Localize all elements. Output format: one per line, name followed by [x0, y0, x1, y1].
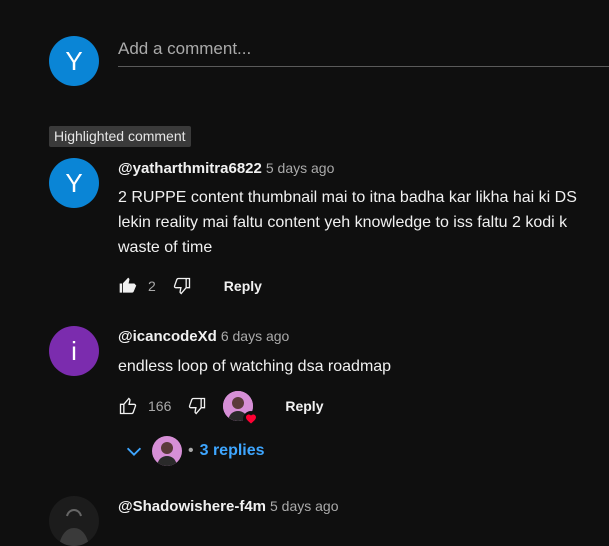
like-count: 166: [148, 398, 172, 414]
like-filled-icon[interactable]: [116, 274, 140, 298]
user-avatar: Y: [49, 36, 99, 86]
comment-text: endless loop of watching dsa roadmap: [118, 354, 391, 379]
replies-toggle[interactable]: • 3 replies: [122, 436, 265, 466]
reply-button[interactable]: Reply: [285, 398, 323, 414]
comment-line: endless loop of watching dsa roadmap: [118, 358, 392, 375]
highlighted-comment-badge: Highlighted comment: [49, 126, 191, 147]
separator-dot: •: [188, 442, 194, 459]
like-icon[interactable]: [116, 394, 140, 418]
comment-time[interactable]: 5 days ago: [270, 498, 339, 514]
like-count: 2: [148, 278, 156, 294]
comment-line: 2 RUPPE content thumbnail mai to itna ba…: [118, 189, 577, 206]
comment-text: 2 RUPPE content thumbnail mai to itna ba…: [118, 185, 577, 260]
comment-time[interactable]: 6 days ago: [221, 328, 290, 344]
view-replies-link[interactable]: 3 replies: [200, 442, 265, 460]
comment-actions: 2 Reply: [116, 274, 262, 298]
comment-line: lekin reality mai faltu content yeh know…: [118, 214, 568, 231]
creator-heart: [223, 391, 260, 427]
reply-button[interactable]: Reply: [224, 278, 262, 294]
comment-avatar[interactable]: [49, 496, 99, 546]
comment-line: waste of time: [118, 239, 213, 256]
comment-avatar[interactable]: Y: [49, 158, 99, 208]
comment-time[interactable]: 5 days ago: [266, 160, 335, 176]
comment-header: @Shadowishere-f4m 5 days ago: [118, 498, 339, 516]
comment-author[interactable]: @Shadowishere-f4m: [118, 498, 266, 515]
comment-author[interactable]: @icancodeXd: [118, 328, 217, 345]
comment-header: @icancodeXd 6 days ago: [118, 328, 289, 346]
comment-header: @yatharthmitra6822 5 days ago: [118, 160, 334, 178]
dislike-icon[interactable]: [185, 394, 209, 418]
replier-avatar: [152, 436, 182, 466]
dislike-icon[interactable]: [170, 274, 194, 298]
comment-actions: 166 Reply: [116, 391, 323, 427]
comment-avatar[interactable]: i: [49, 326, 99, 376]
heart-icon: [243, 411, 260, 427]
add-comment-input[interactable]: Add a comment...: [118, 36, 609, 67]
chevron-down-icon[interactable]: [122, 439, 146, 463]
comment-author[interactable]: @yatharthmitra6822: [118, 160, 262, 177]
